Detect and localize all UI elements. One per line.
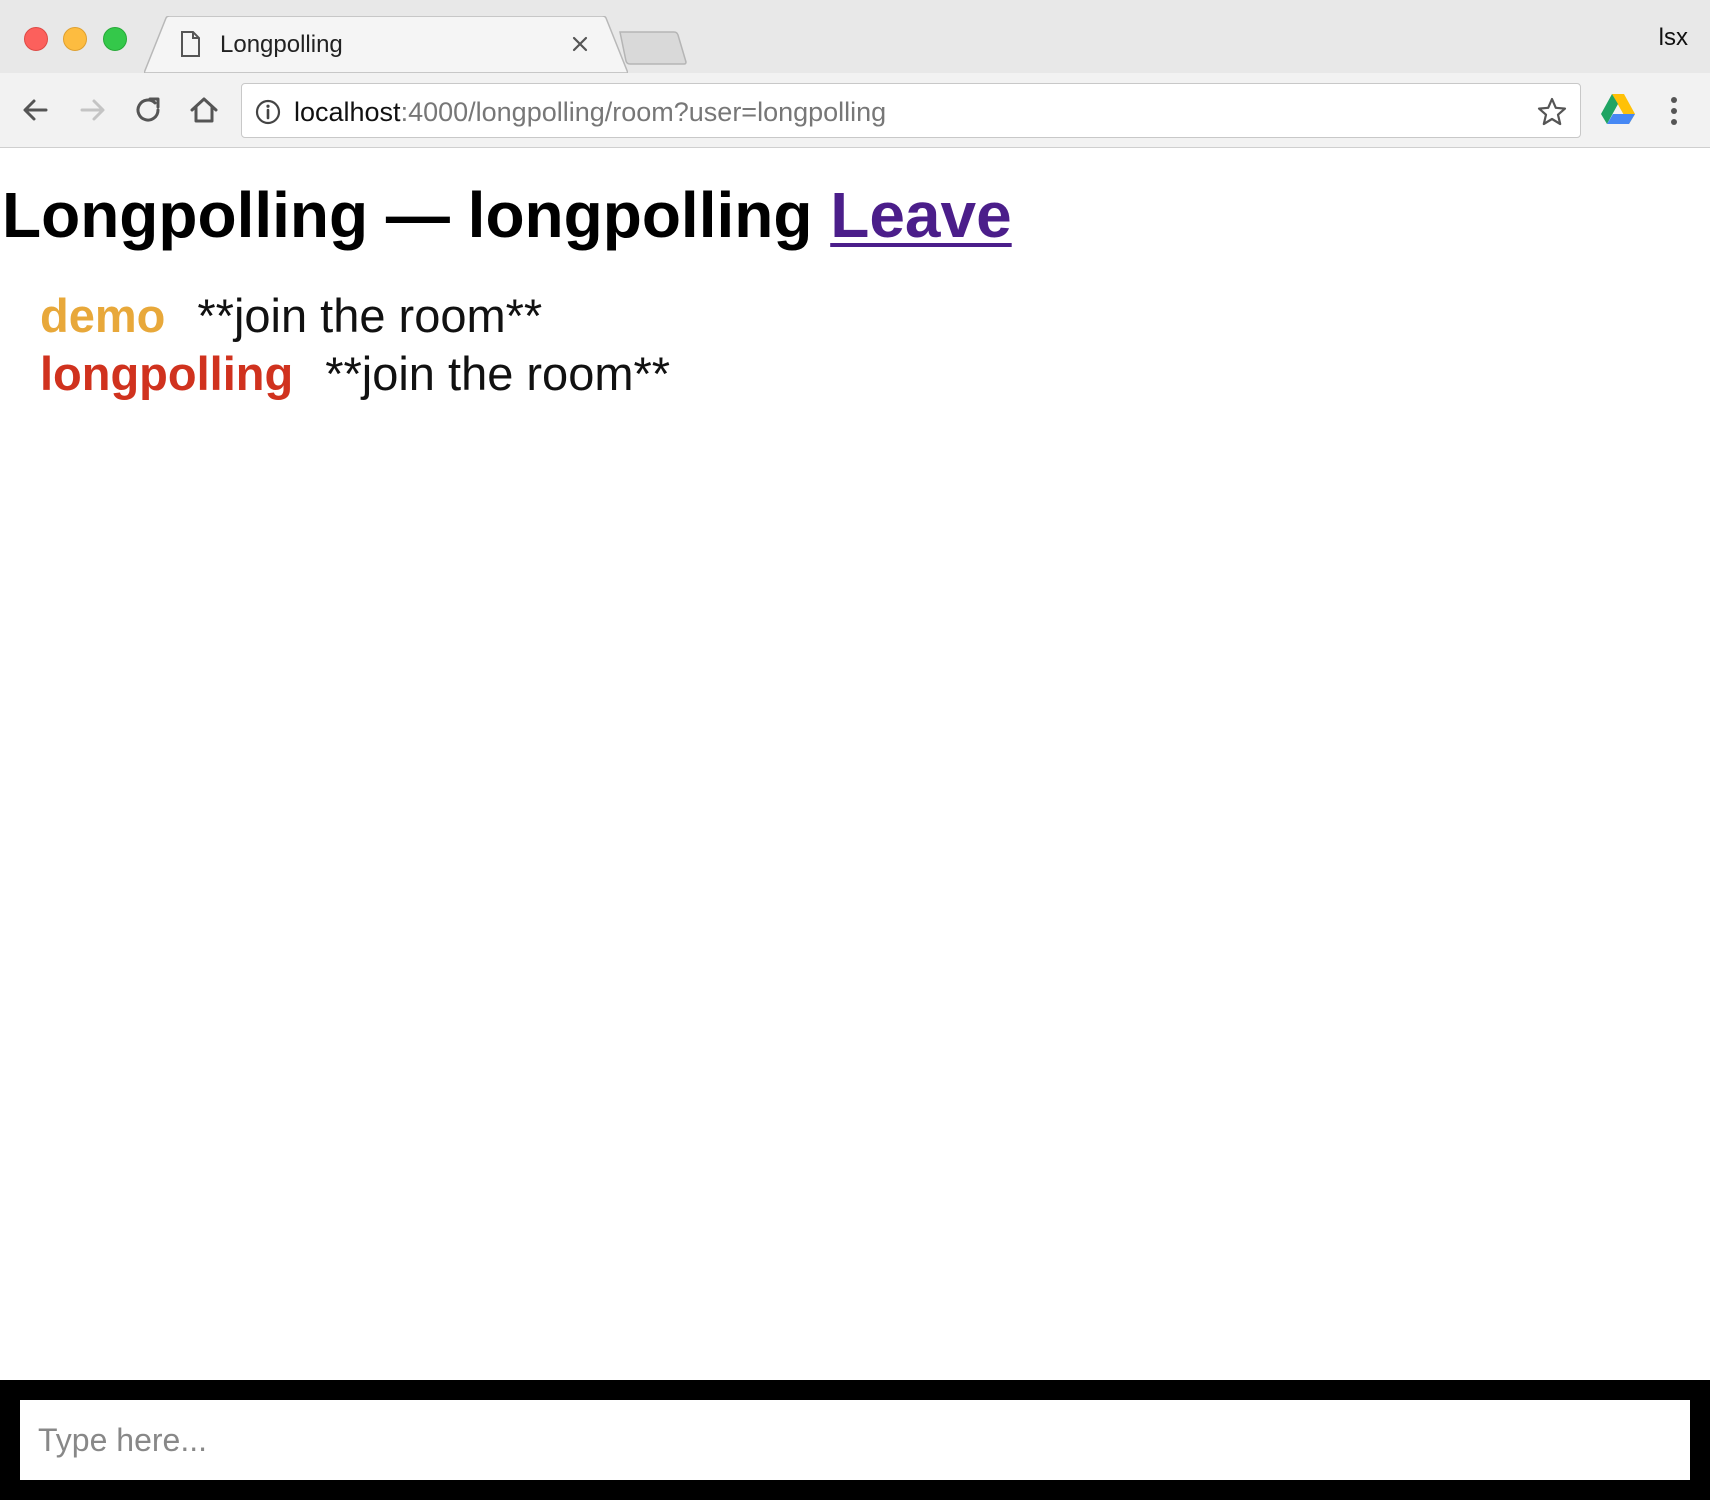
page-title-text: Longpolling — longpolling [2, 179, 813, 251]
message-input[interactable] [20, 1400, 1690, 1480]
new-tab-button[interactable] [618, 30, 690, 66]
message-text: **join the room** [325, 347, 671, 400]
tab-background [144, 16, 628, 73]
browser-toolbar: localhost:4000/longpolling/room?user=lon… [0, 73, 1710, 148]
tab-longpolling[interactable]: Longpolling [144, 16, 628, 73]
url-host: localhost [294, 97, 401, 127]
window-minimize-button[interactable] [63, 27, 87, 51]
message-item: longpolling **join the room** [40, 345, 670, 403]
message-item: demo **join the room** [40, 287, 670, 345]
leave-link[interactable]: Leave [830, 179, 1011, 251]
close-icon[interactable] [568, 32, 592, 56]
drive-icon[interactable] [1598, 89, 1638, 129]
tab-title: Longpolling [220, 31, 343, 58]
input-bar [0, 1380, 1710, 1500]
profile-name[interactable]: lsx [1659, 24, 1688, 52]
back-arrow-icon[interactable] [16, 90, 56, 130]
message-username: demo [40, 289, 166, 342]
home-icon[interactable] [184, 90, 224, 130]
message-list: demo **join the room** longpolling **join t… [40, 287, 670, 403]
browser-titlebar: Longpolling lsx [0, 0, 1710, 73]
address-bar[interactable]: localhost:4000/longpolling/room?user=lon… [241, 83, 1581, 138]
window-close-button[interactable] [24, 27, 48, 51]
message-username: longpolling [40, 347, 294, 400]
message-text: **join the room** [197, 289, 543, 342]
window-maximize-button[interactable] [103, 27, 127, 51]
page-content: Longpolling — longpolling Leave demo **jo… [0, 149, 1710, 1500]
star-icon[interactable] [1536, 96, 1568, 128]
url-path: :4000/longpolling/room?user=longpolling [400, 97, 887, 127]
reload-icon[interactable] [128, 90, 168, 130]
page-title: Longpolling — longpolling Leave [2, 179, 1012, 251]
info-icon[interactable] [254, 98, 282, 126]
page-icon [181, 31, 200, 57]
url-text[interactable]: localhost:4000/longpolling/room?user=lon… [294, 96, 886, 128]
vertical-dots-icon[interactable] [1660, 91, 1688, 131]
forward-arrow-icon[interactable] [72, 90, 112, 130]
